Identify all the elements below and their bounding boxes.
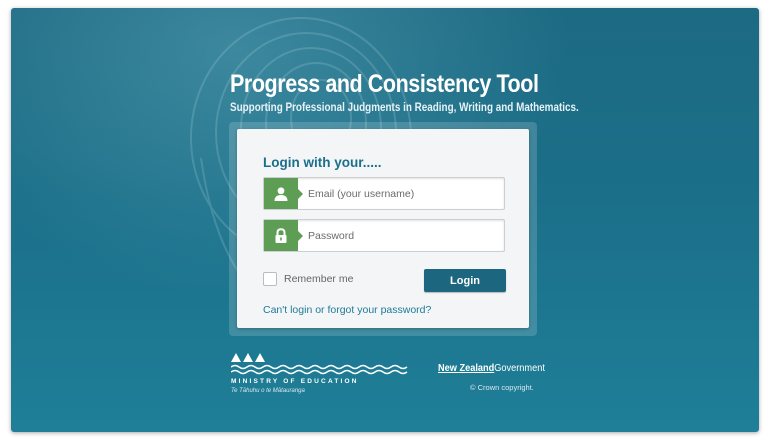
login-page: Progress and Consistency Tool Supporting… bbox=[11, 8, 759, 432]
forgot-password-link[interactable]: Can't login or forgot your password? bbox=[263, 304, 431, 316]
password-input[interactable] bbox=[308, 220, 498, 251]
email-input[interactable] bbox=[308, 178, 498, 209]
ministry-of-education-logo bbox=[231, 353, 408, 375]
page-subtitle: Supporting Professional Judgments in Rea… bbox=[230, 102, 579, 114]
remember-me[interactable]: Remember me bbox=[263, 272, 353, 286]
nz-government-gov: Government bbox=[494, 363, 545, 374]
remember-label: Remember me bbox=[284, 273, 354, 285]
email-field bbox=[263, 177, 505, 210]
user-icon bbox=[264, 178, 303, 209]
copyright-text: © Crown copyright. bbox=[470, 383, 534, 392]
remember-checkbox[interactable] bbox=[263, 272, 277, 286]
nz-government-nz: New Zealand bbox=[438, 363, 495, 374]
login-button[interactable]: Login bbox=[424, 269, 506, 292]
login-panel: Login with your..... Remem bbox=[237, 129, 529, 328]
login-heading: Login with your..... bbox=[263, 155, 382, 170]
ministry-name-maori: Te Tāhuhu o te Mātauranga bbox=[231, 388, 305, 394]
ministry-name: MINISTRY OF EDUCATION bbox=[231, 378, 359, 385]
password-field bbox=[263, 219, 505, 252]
page-title: Progress and Consistency Tool bbox=[230, 70, 539, 98]
lock-icon bbox=[264, 220, 303, 251]
nz-government-logo: New ZealandGovernment bbox=[438, 363, 545, 374]
